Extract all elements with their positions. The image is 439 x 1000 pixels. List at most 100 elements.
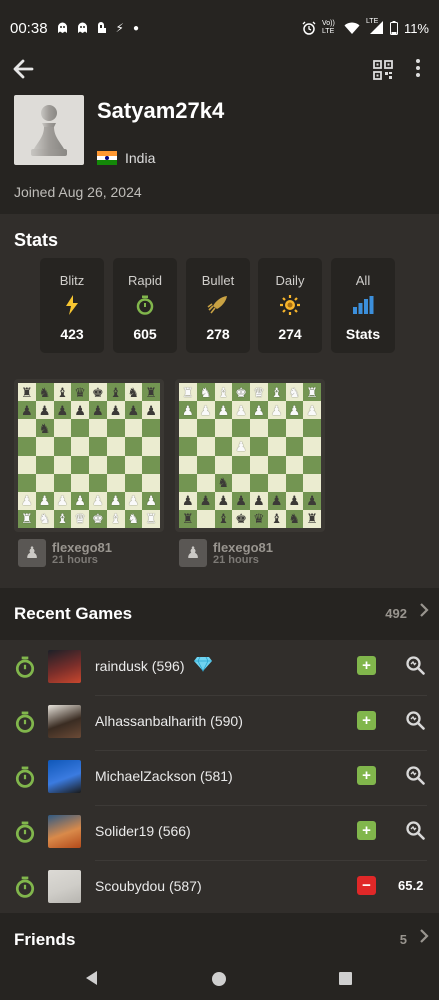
nav-recents-icon[interactable] [339,972,352,985]
recent-game-row[interactable]: Alhassanbalharith (590) + [0,695,439,750]
chess-piece: ♟ [56,402,69,418]
recent-games-header[interactable]: Recent Games 492 [0,594,439,634]
recent-games-count: 492 [385,606,407,621]
stat-card-all-stats[interactable]: All Stats [331,258,395,353]
win-icon: + [357,821,376,840]
ghost-icon [77,22,87,33]
chess-board: ♜ ♞ ♝ ♚ ♛ ♝ ♞ ♜ ♟ ♟ ♟ ♟ ♟ ♟ ♟ ♟ ♟ ♞ ♟ ♟ ♟ ♟ ♟ ♟ ♟ ♟ ♜ ♝ ♚ ♛ ♝ ♞ ♜ [179,383,321,528]
board-square: ♟ [18,491,36,510]
recent-game-row[interactable]: raindusk (596) + [0,640,439,695]
profile-avatar[interactable] [14,95,84,165]
analyze-magnifier-icon[interactable] [405,765,425,785]
board-square [285,455,304,474]
chess-piece: ♟ [127,493,140,509]
board-square: ♟ [124,491,143,510]
friends-header[interactable]: Friends 5 [0,920,439,960]
pawn-avatar-icon: ♟ [18,539,46,567]
board-square [35,455,54,474]
stat-card-daily[interactable]: Daily 274 [258,258,322,353]
ongoing-game-opponent-1[interactable]: ♟ flexego81 21 hours [18,539,112,567]
chess-piece: ♞ [217,475,230,491]
board-square [142,455,160,474]
chess-piece: ♞ [127,511,140,527]
stat-card-bullet[interactable]: Bullet 278 [186,258,250,353]
board-square [267,473,286,492]
board-square [71,437,89,456]
chess-piece: ♟ [127,402,140,418]
board-square: ♟ [142,401,160,420]
opponent-name: flexego81 [213,539,273,555]
stat-card-blitz[interactable]: Blitz 423 [40,258,104,353]
chess-piece: ♛ [74,511,86,527]
nav-back-icon[interactable] [86,971,97,985]
board-square: ♟ [303,401,321,420]
qr-code-button[interactable] [373,60,393,80]
board-square [196,473,215,492]
chess-piece: ♝ [270,511,283,527]
chess-piece: ♛ [253,384,265,400]
stat-value: 605 [133,326,157,342]
stat-label: All [355,273,371,288]
chess-piece: ♟ [199,493,212,509]
stopwatch-icon [15,656,35,678]
board-square [232,455,250,474]
chess-piece: ♜ [182,384,194,400]
analyze-magnifier-icon[interactable] [405,820,425,840]
board-square: ♜ [179,383,197,402]
system-nav-bar [0,960,439,1000]
chess-piece: ♟ [56,493,69,509]
chess-piece: ♟ [235,438,247,454]
board-square [232,473,250,492]
board-square [35,473,54,492]
board-square [18,473,36,492]
analyze-magnifier-icon[interactable] [405,710,425,730]
chess-piece: ♚ [92,384,104,400]
accuracy-value[interactable]: 65.2 [398,878,423,893]
board-square [53,473,72,492]
chess-piece: ♜ [21,511,33,527]
chess-piece: ♟ [145,402,157,418]
board-square: ♞ [35,419,54,438]
chess-piece: ♞ [127,384,140,400]
back-button[interactable] [12,58,38,84]
board-square: ♟ [250,401,268,420]
battery-percent: 11% [403,20,429,36]
board-square: ♜ [303,383,321,402]
board-square [106,437,125,456]
win-icon: + [357,711,376,730]
india-flag-icon [97,151,117,166]
recent-game-row[interactable]: Solider19 (566) + [0,805,439,860]
board-square: ♝ [267,509,286,528]
board-square [250,473,268,492]
ongoing-game-board-2[interactable]: ♜ ♞ ♝ ♚ ♛ ♝ ♞ ♜ ♟ ♟ ♟ ♟ ♟ ♟ ♟ ♟ ♟ ♞ ♟ ♟ ♟ ♟ ♟ ♟ ♟ ♟ ♜ ♝ ♚ ♛ ♝ ♞ ♜ [175,379,325,532]
analyze-magnifier-icon[interactable] [405,655,425,675]
chess-piece: ♟ [109,402,122,418]
chess-piece: ♛ [74,384,86,400]
board-square: ♜ [18,509,36,528]
stat-label: Rapid [128,273,162,288]
time-left: 21 hours [213,553,259,566]
chess-piece: ♟ [253,402,265,418]
board-square: ♟ [106,401,125,420]
board-square [303,455,321,474]
board-square: ♟ [232,437,250,456]
opponent-name: raindusk (596) [95,658,185,674]
board-square: ♟ [179,491,197,510]
ongoing-game-board-1[interactable]: ♜ ♞ ♝ ♛ ♚ ♝ ♞ ♜ ♟ ♟ ♟ ♟ ♟ ♟ ♟ ♟ ♞ ♟ ♟ ♟ ♟ ♟ ♟ ♟ ♟ ♜ ♞ ♝ ♛ ♚ ♝ ♞ ♜ [14,379,164,532]
board-square [196,419,215,438]
chess-piece: ♜ [21,384,33,400]
board-square: ♟ [285,491,304,510]
board-square [250,455,268,474]
chess-piece: ♞ [288,384,301,400]
stat-card-rapid[interactable]: Rapid 605 [113,258,177,353]
board-square [179,419,197,438]
board-square [71,419,89,438]
nav-home-icon[interactable] [212,972,226,986]
more-options-button[interactable] [412,58,424,82]
board-square: ♝ [53,509,72,528]
ongoing-game-opponent-2[interactable]: ♟ flexego81 21 hours [179,539,273,567]
board-square [214,437,233,456]
top-bar [0,56,439,92]
recent-game-row[interactable]: MichaelZackson (581) + [0,750,439,805]
recent-game-row[interactable]: Scoubydou (587) − 65.2 [0,860,439,915]
